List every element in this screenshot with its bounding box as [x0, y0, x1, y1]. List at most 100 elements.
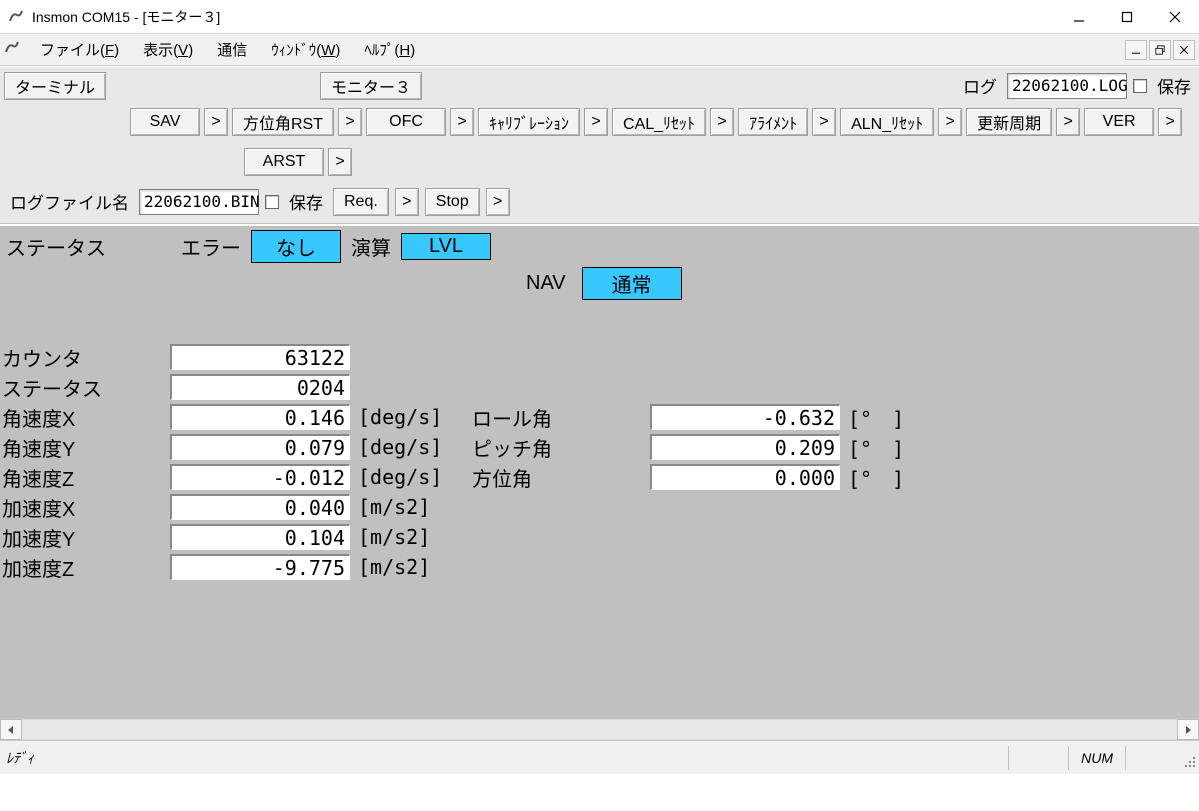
- roll-label: ロール角: [472, 403, 642, 432]
- gyro-z-value: -0.012: [170, 464, 350, 490]
- nav-label: NAV: [526, 272, 566, 295]
- accel-x-value: 0.040: [170, 494, 350, 520]
- roll-unit: [° ]: [848, 403, 908, 432]
- save-log-label: 保存: [1153, 73, 1195, 98]
- scroll-track[interactable]: [22, 719, 1177, 740]
- stop-button[interactable]: Stop: [425, 188, 480, 216]
- save-bin-label: 保存: [285, 189, 327, 214]
- alignment-button[interactable]: ｱﾗｲﾒﾝﾄ: [738, 108, 808, 136]
- menu-file[interactable]: ファイル(F): [28, 35, 131, 64]
- aln-reset-arrow-button[interactable]: >: [938, 108, 962, 136]
- command-row-2: ARST >: [0, 144, 1199, 184]
- arst-arrow-button[interactable]: >: [328, 148, 352, 176]
- menu-help[interactable]: ﾍﾙﾌﾟ(H): [352, 35, 427, 64]
- counter-label: カウンタ: [2, 343, 162, 372]
- terminal-button[interactable]: ターミナル: [4, 72, 106, 100]
- pitch-value: 0.209: [650, 434, 840, 460]
- mdi-minimize-button[interactable]: [1125, 40, 1147, 60]
- azimuth-rst-button[interactable]: 方位角RST: [232, 108, 334, 136]
- ofc-arrow-button[interactable]: >: [450, 108, 474, 136]
- mdi-restore-button[interactable]: [1149, 40, 1171, 60]
- error-label: エラー: [181, 232, 241, 261]
- req-arrow-button[interactable]: >: [395, 188, 419, 216]
- status-bar: ﾚﾃﾞｨ NUM: [0, 740, 1199, 774]
- gyro-y-unit: [deg/s]: [358, 435, 448, 459]
- refresh-period-button[interactable]: 更新周期: [966, 108, 1052, 136]
- ofc-button[interactable]: OFC: [366, 108, 446, 136]
- menu-window[interactable]: ｳｨﾝﾄﾞｳ(W): [259, 35, 352, 64]
- yaw-unit: [° ]: [848, 463, 908, 492]
- aln-reset-button[interactable]: ALN_ﾘｾｯﾄ: [840, 108, 934, 136]
- refresh-arrow-button[interactable]: >: [1056, 108, 1080, 136]
- measurement-grid-right: ロール角 -0.632 [° ] ピッチ角 0.209 [° ] 方位角 0.0…: [472, 402, 908, 492]
- status-line-1: ステータス エラー なし 演算 LVL: [4, 228, 1195, 265]
- status-line-2: NAV 通常: [524, 265, 1195, 302]
- gyro-y-label: 角速度Y: [2, 433, 162, 462]
- error-value: なし: [251, 230, 341, 263]
- window-title: Insmon COM15 - [モニター３]: [32, 7, 220, 27]
- scroll-left-button[interactable]: [0, 719, 22, 740]
- accel-y-value: 0.104: [170, 524, 350, 550]
- gyro-y-value: 0.079: [170, 434, 350, 460]
- stop-arrow-button[interactable]: >: [486, 188, 510, 216]
- cal-reset-arrow-button[interactable]: >: [710, 108, 734, 136]
- monitor-button[interactable]: モニター３: [320, 72, 422, 100]
- roll-value: -0.632: [650, 404, 840, 430]
- menu-comm[interactable]: 通信: [205, 35, 259, 64]
- pitch-label: ピッチ角: [472, 433, 642, 462]
- accel-z-unit: [m/s2]: [358, 555, 448, 579]
- accel-z-label: 加速度Z: [2, 553, 162, 582]
- cal-reset-button[interactable]: CAL_ﾘｾｯﾄ: [612, 108, 706, 136]
- counter-value: 63122: [170, 344, 350, 370]
- statusbar-ready: ﾚﾃﾞｨ: [0, 748, 1008, 768]
- log-label: ログ: [959, 73, 1001, 98]
- sav-button[interactable]: SAV: [130, 108, 200, 136]
- calibration-arrow-button[interactable]: >: [584, 108, 608, 136]
- app-icon: [8, 9, 24, 25]
- sav-arrow-button[interactable]: >: [204, 108, 228, 136]
- ver-button[interactable]: VER: [1084, 108, 1154, 136]
- accel-y-unit: [m/s2]: [358, 525, 448, 549]
- save-log-checkbox[interactable]: [1133, 79, 1147, 93]
- log-file-row: ログファイル名 22062100.BIN 保存 Req. > Stop >: [0, 184, 1199, 224]
- measurement-grid-left: カウンタ 63122 ステータス 0204 角速度X 0.146 [deg/s]…: [2, 342, 448, 582]
- status-code-value: 0204: [170, 374, 350, 400]
- azimuth-rst-arrow-button[interactable]: >: [338, 108, 362, 136]
- monitor-client-area: ステータス エラー なし 演算 LVL NAV 通常 カウンタ 63122 ステ…: [0, 224, 1199, 718]
- calibration-button[interactable]: ｷｬﾘﾌﾞﾚｰｼｮﾝ: [478, 108, 580, 136]
- window-maximize-button[interactable]: [1103, 0, 1151, 34]
- window-titlebar: Insmon COM15 - [モニター３]: [0, 0, 1199, 34]
- log-file-name-label: ログファイル名: [6, 189, 133, 214]
- statusbar-num: NUM: [1068, 746, 1125, 770]
- accel-y-label: 加速度Y: [2, 523, 162, 552]
- app-small-icon: [4, 40, 22, 59]
- gyro-x-label: 角速度X: [2, 403, 162, 432]
- horizontal-scrollbar[interactable]: [0, 718, 1199, 740]
- calc-value: LVL: [401, 233, 491, 260]
- alignment-arrow-button[interactable]: >: [812, 108, 836, 136]
- log-bin-file-field[interactable]: 22062100.BIN: [139, 189, 259, 215]
- calc-label: 演算: [351, 232, 391, 261]
- mdi-close-button[interactable]: [1173, 40, 1195, 60]
- ver-arrow-button[interactable]: >: [1158, 108, 1182, 136]
- menu-view[interactable]: 表示(V): [131, 35, 205, 64]
- menu-bar: ファイル(F) 表示(V) 通信 ｳｨﾝﾄﾞｳ(W) ﾍﾙﾌﾟ(H): [0, 34, 1199, 66]
- req-button[interactable]: Req.: [333, 188, 389, 216]
- window-minimize-button[interactable]: [1055, 0, 1103, 34]
- accel-x-unit: [m/s2]: [358, 495, 448, 519]
- gyro-x-unit: [deg/s]: [358, 405, 448, 429]
- save-bin-checkbox[interactable]: [265, 195, 279, 209]
- top-toolbar-row: ターミナル モニター３ ログ 22062100.LOG 保存: [0, 66, 1199, 104]
- accel-x-label: 加速度X: [2, 493, 162, 522]
- statusbar-cell-empty1: [1008, 746, 1068, 770]
- gyro-z-unit: [deg/s]: [358, 465, 448, 489]
- arst-button[interactable]: ARST: [244, 148, 324, 176]
- scroll-right-button[interactable]: [1177, 719, 1199, 740]
- command-row-1: SAV > 方位角RST > OFC > ｷｬﾘﾌﾞﾚｰｼｮﾝ > CAL_ﾘｾ…: [0, 104, 1199, 144]
- resize-grip-icon[interactable]: [1175, 747, 1197, 769]
- accel-z-value: -9.775: [170, 554, 350, 580]
- window-close-button[interactable]: [1151, 0, 1199, 34]
- status-code-label: ステータス: [2, 373, 162, 402]
- pitch-unit: [° ]: [848, 433, 908, 462]
- log-file-field[interactable]: 22062100.LOG: [1007, 73, 1127, 99]
